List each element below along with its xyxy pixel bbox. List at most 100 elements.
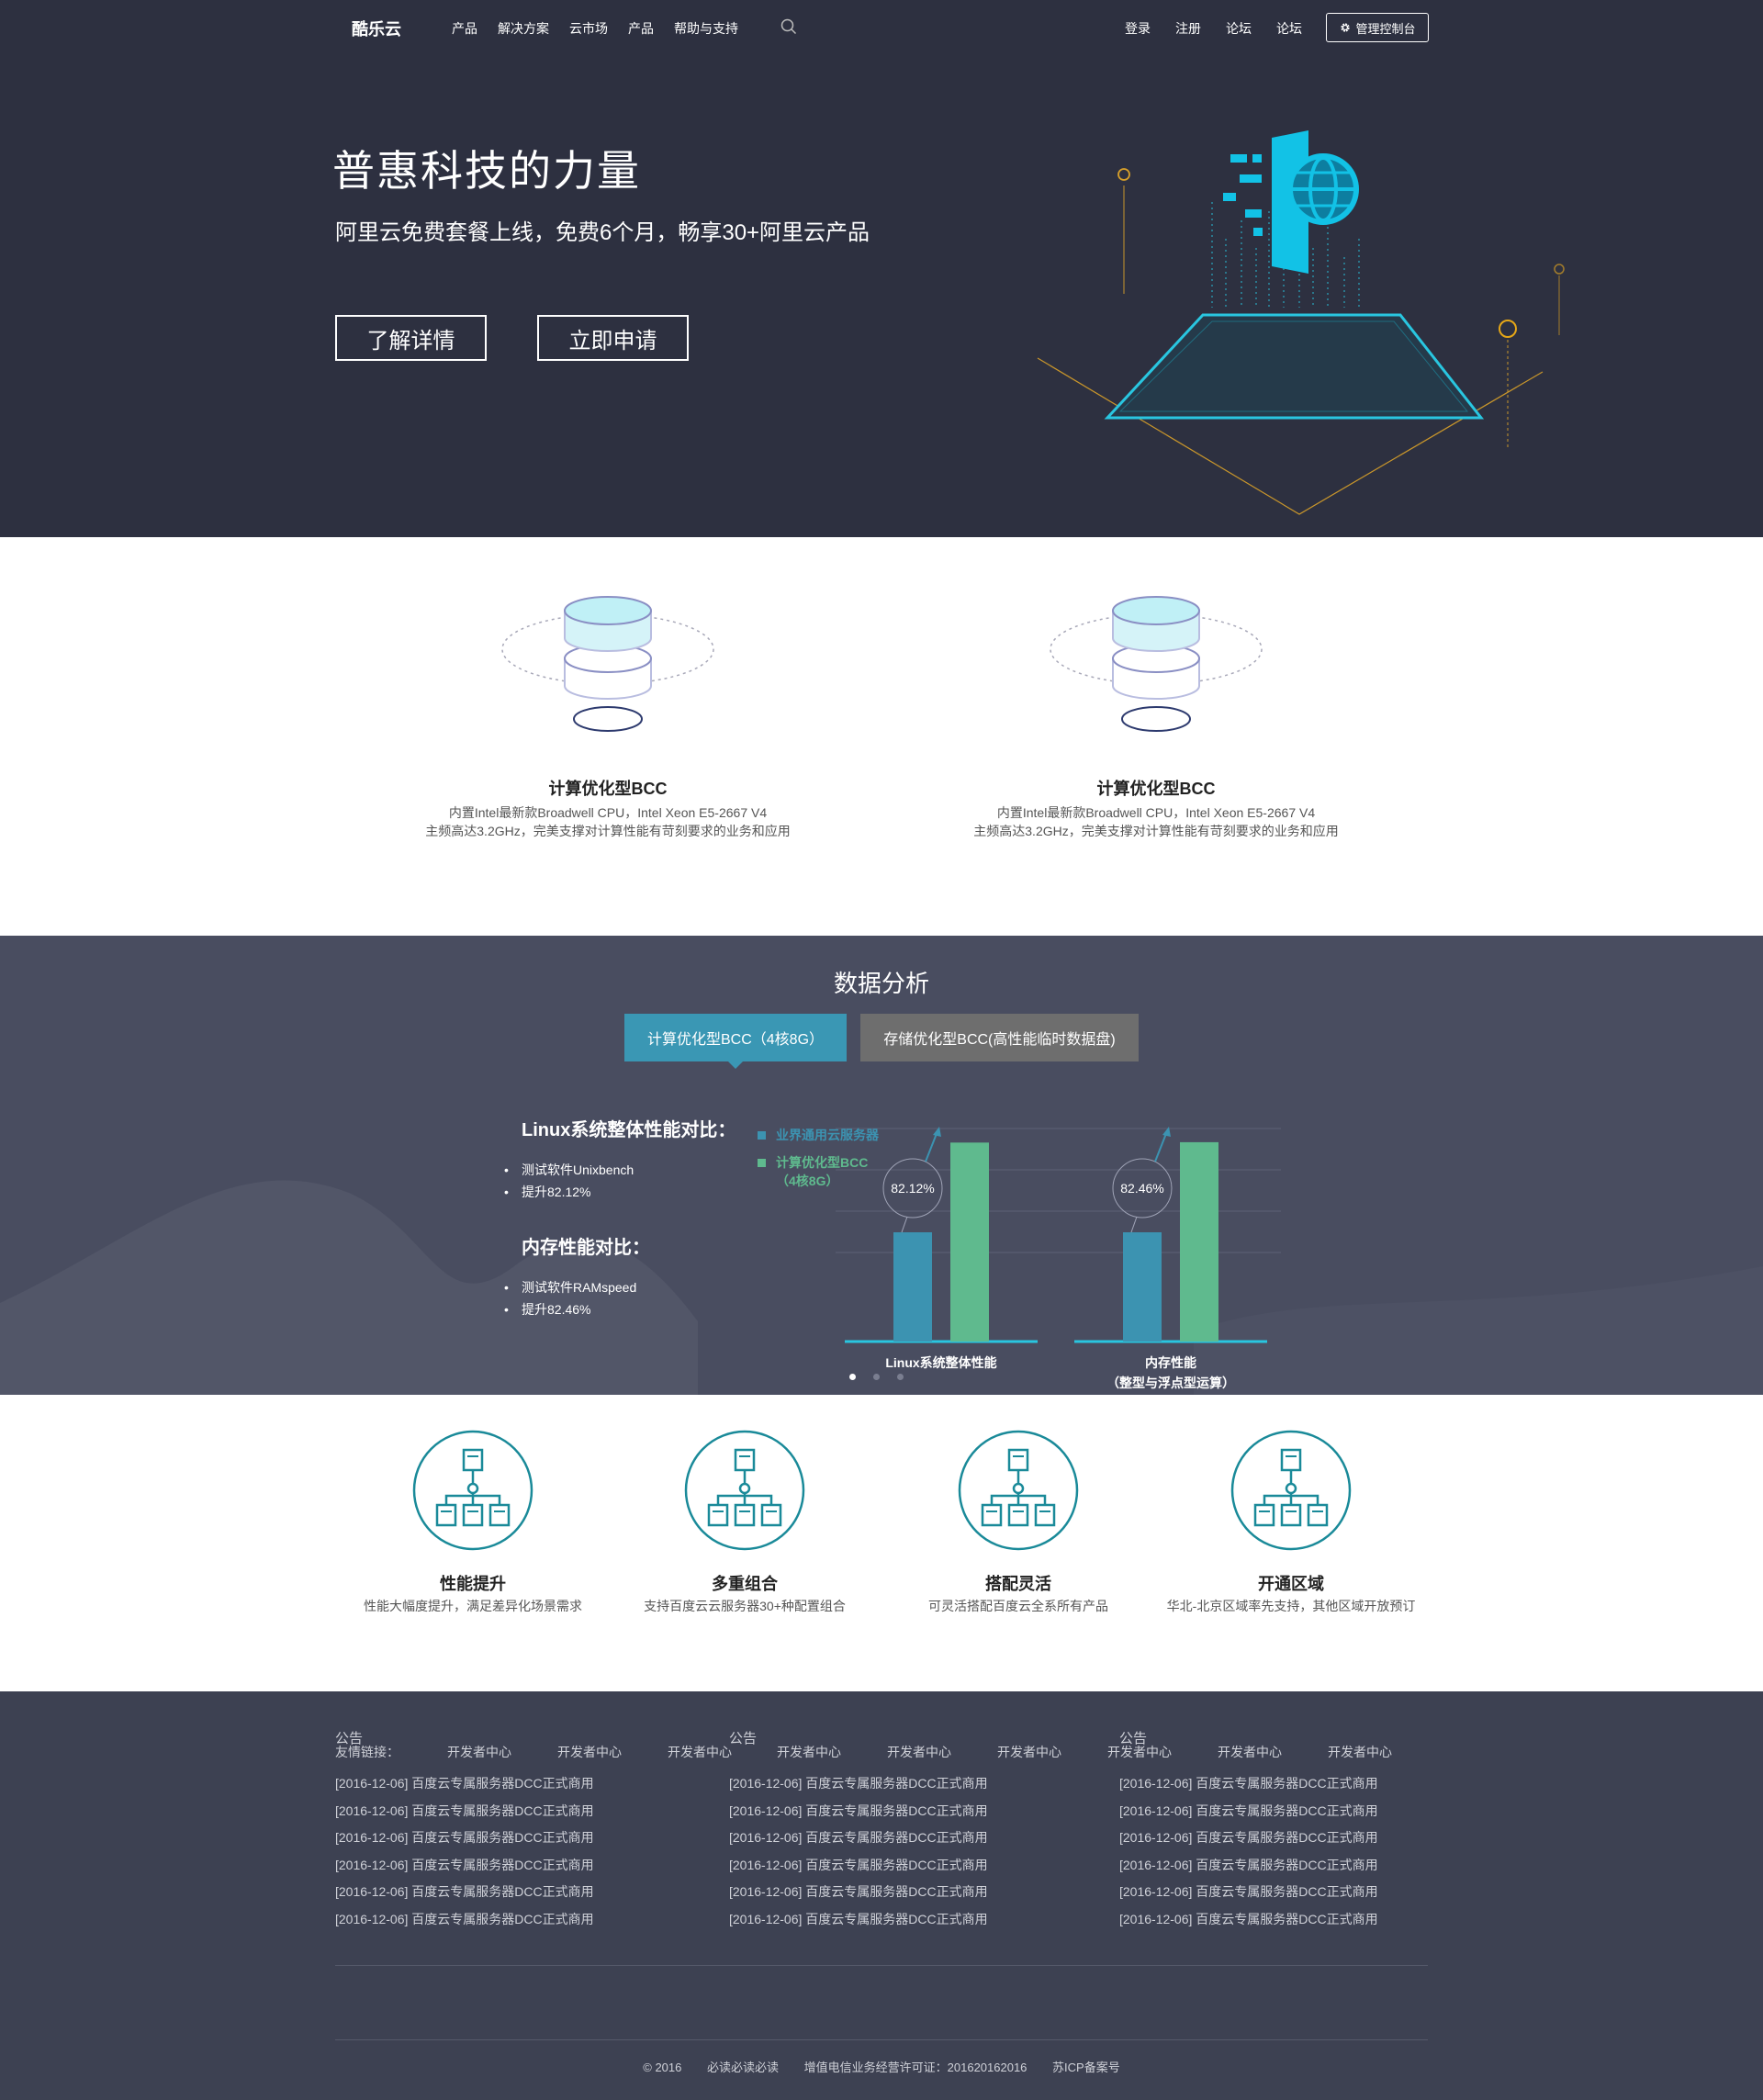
notice-item[interactable]: [2016-12-06] 百度云专属服务器DCC正式商用 — [1119, 1906, 1468, 1934]
copyright: © 2016 — [643, 2061, 682, 2074]
nav-item-product[interactable]: 产品 — [452, 19, 477, 38]
friend-link[interactable]: 开发者中心 — [1328, 1743, 1392, 1761]
notice-item[interactable]: [2016-12-06] 百度云专属服务器DCC正式商用 — [1119, 1770, 1468, 1798]
feature-title: 性能提升 — [440, 1575, 506, 1593]
hero-section: 酷乐云 产品 解决方案 云市场 产品 帮助与支持 登录 注册 论坛 论坛 管理控… — [0, 0, 1763, 537]
feature-title: 搭配灵活 — [985, 1575, 1051, 1593]
list-item: 提升82.12% — [504, 1181, 634, 1203]
license-number: 增值电信业务经营许可证：201620162016 — [803, 2061, 1027, 2074]
bar — [1180, 1141, 1218, 1342]
nav-item-product-2[interactable]: 产品 — [628, 19, 654, 38]
carousel-dot-1[interactable] — [849, 1374, 856, 1380]
tab-compute-optimized[interactable]: 计算优化型BCC（4核8G） — [624, 1014, 847, 1069]
product-desc-line2: 主频高达3.2GHz，完美支撑对计算性能有苛刻要求的业务和应用 — [425, 824, 791, 838]
section-title: 数据分析 — [833, 970, 929, 997]
icp-number[interactable]: 苏ICP备案号 — [1052, 2061, 1120, 2074]
feature-item: 开通区域 华北-北京区域率先支持，其他区域开放预订 — [1162, 1430, 1420, 1615]
legend-swatch — [758, 1131, 766, 1140]
register-link[interactable]: 注册 — [1175, 19, 1201, 38]
nav-item-market[interactable]: 云市场 — [569, 19, 608, 38]
annotation-pointer — [1130, 1216, 1138, 1233]
category-label: （整型与浮点型运算） — [1106, 1376, 1235, 1390]
notice-item[interactable]: [2016-12-06] 百度云专属服务器DCC正式商用 — [729, 1879, 1078, 1906]
nav-item-solutions[interactable]: 解决方案 — [498, 19, 549, 38]
top-nav: 酷乐云 产品 解决方案 云市场 产品 帮助与支持 登录 注册 论坛 论坛 管理控… — [0, 0, 1763, 55]
products-section: 计算优化型BCC 内置Intel最新款Broadwell CPU，Intel X… — [0, 537, 1763, 936]
notice-item[interactable]: [2016-12-06] 百度云专属服务器DCC正式商用 — [1119, 1852, 1468, 1880]
product-card[interactable]: 计算优化型BCC 内置Intel最新款Broadwell CPU，Intel X… — [378, 583, 837, 840]
annotation-arrow — [925, 1130, 938, 1162]
notice-item[interactable]: [2016-12-06] 百度云专属服务器DCC正式商用 — [335, 1770, 684, 1798]
carousel-dots — [849, 1374, 904, 1380]
hero-title: 普惠科技的力量 — [332, 147, 641, 195]
carousel-dot-3[interactable] — [897, 1374, 904, 1380]
legend-swatch — [758, 1159, 766, 1167]
bar — [893, 1232, 932, 1342]
notice-item[interactable]: [2016-12-06] 百度云专属服务器DCC正式商用 — [335, 1825, 684, 1852]
forum-link-2[interactable]: 论坛 — [1276, 19, 1302, 38]
learn-more-button[interactable]: 了解详情 — [335, 315, 487, 361]
linux-compare-heading: Linux系统整体性能对比： — [522, 1120, 736, 1140]
legend-label: （4核8G） — [776, 1174, 838, 1188]
apply-now-button[interactable]: 立即申请 — [537, 315, 689, 361]
footer: 公告 [2016-12-06] 百度云专属服务器DCC正式商用 [2016-12… — [0, 1691, 1763, 2100]
features-section: 性能提升 性能大幅度提升，满足差异化场景需求 多重组合 支持百度云云服务器30+… — [0, 1395, 1763, 1691]
gear-icon — [1341, 23, 1351, 32]
product-title: 计算优化型BCC — [1096, 780, 1216, 798]
hierarchy-icon — [958, 1430, 1079, 1551]
search-icon[interactable] — [780, 18, 797, 35]
category-label: Linux系统整体性能 — [885, 1355, 996, 1370]
friend-link[interactable]: 开发者中心 — [557, 1743, 622, 1761]
list-item: 测试软件RAMspeed — [504, 1276, 636, 1298]
notice-item[interactable]: [2016-12-06] 百度云专属服务器DCC正式商用 — [1119, 1798, 1468, 1825]
notice-item[interactable]: [2016-12-06] 百度云专属服务器DCC正式商用 — [729, 1852, 1078, 1880]
annotation-label: 82.46% — [1120, 1181, 1163, 1196]
notice-list: [2016-12-06] 百度云专属服务器DCC正式商用 [2016-12-06… — [729, 1770, 1078, 1933]
friend-link[interactable]: 开发者中心 — [997, 1743, 1061, 1761]
hero-illustration — [1037, 130, 1565, 515]
friend-link[interactable]: 开发者中心 — [447, 1743, 511, 1761]
product-title: 计算优化型BCC — [548, 780, 668, 798]
notice-column: 公告 [2016-12-06] 百度云专属服务器DCC正式商用 [2016-12… — [1119, 1728, 1468, 1933]
friend-link[interactable]: 开发者中心 — [1218, 1743, 1282, 1761]
bar — [1123, 1232, 1162, 1342]
feature-desc: 华北-北京区域率先支持，其他区域开放预订 — [1166, 1599, 1416, 1613]
list-item: 测试软件Unixbench — [504, 1159, 634, 1181]
memory-compare-heading: 内存性能对比： — [522, 1238, 650, 1258]
notice-item[interactable]: [2016-12-06] 百度云专属服务器DCC正式商用 — [729, 1798, 1078, 1825]
hierarchy-icon — [684, 1430, 805, 1551]
forum-link[interactable]: 论坛 — [1226, 19, 1252, 38]
notice-list: [2016-12-06] 百度云专属服务器DCC正式商用 [2016-12-06… — [1119, 1770, 1468, 1933]
notice-item[interactable]: [2016-12-06] 百度云专属服务器DCC正式商用 — [729, 1770, 1078, 1798]
friend-links-label: 友情链接： — [335, 1745, 399, 1759]
notice-item[interactable]: [2016-12-06] 百度云专属服务器DCC正式商用 — [335, 1879, 684, 1906]
performance-bar-chart: 业界通用云服务器计算优化型BCC （4核8G） 82.12% Linux系统整体性能 8… — [758, 1127, 1281, 1390]
notice-item[interactable]: [2016-12-06] 百度云专属服务器DCC正式商用 — [1119, 1879, 1468, 1906]
notice-item[interactable]: [2016-12-06] 百度云专属服务器DCC正式商用 — [335, 1906, 684, 1934]
database-icon — [501, 596, 714, 732]
login-link[interactable]: 登录 — [1125, 19, 1151, 38]
console-button[interactable]: 管理控制台 — [1326, 13, 1429, 42]
friend-link[interactable]: 开发者中心 — [1107, 1743, 1172, 1761]
notice-item[interactable]: [2016-12-06] 百度云专属服务器DCC正式商用 — [1119, 1825, 1468, 1852]
notice-item[interactable]: [2016-12-06] 百度云专属服务器DCC正式商用 — [335, 1852, 684, 1880]
list-item: 提升82.46% — [504, 1298, 636, 1320]
product-card[interactable]: 计算优化型BCC 内置Intel最新款Broadwell CPU，Intel X… — [926, 583, 1386, 840]
nav-item-help[interactable]: 帮助与支持 — [674, 19, 738, 38]
feature-item: 多重组合 支持百度云云服务器30+种配置组合 — [616, 1430, 873, 1615]
friend-link[interactable]: 开发者中心 — [777, 1743, 841, 1761]
tab-storage-optimized[interactable]: 存储优化型BCC(高性能临时数据盘) — [860, 1014, 1139, 1061]
notice-item[interactable]: [2016-12-06] 百度云专属服务器DCC正式商用 — [729, 1906, 1078, 1934]
nav-main-menu: 产品 解决方案 云市场 产品 帮助与支持 — [452, 19, 738, 38]
friend-link[interactable]: 开发者中心 — [887, 1743, 951, 1761]
console-label: 管理控制台 — [1355, 21, 1416, 36]
friend-link[interactable]: 开发者中心 — [668, 1743, 732, 1761]
hierarchy-icon — [1230, 1430, 1352, 1551]
logo[interactable]: 酷乐云 — [352, 17, 401, 40]
annotation-pointer — [901, 1216, 908, 1233]
feature-item: 搭配灵活 可灵活搭配百度云全系所有产品 — [890, 1430, 1147, 1615]
notice-item[interactable]: [2016-12-06] 百度云专属服务器DCC正式商用 — [729, 1825, 1078, 1852]
carousel-dot-2[interactable] — [873, 1374, 880, 1380]
legend-label: 计算优化型BCC — [776, 1155, 868, 1170]
notice-item[interactable]: [2016-12-06] 百度云专属服务器DCC正式商用 — [335, 1798, 684, 1825]
